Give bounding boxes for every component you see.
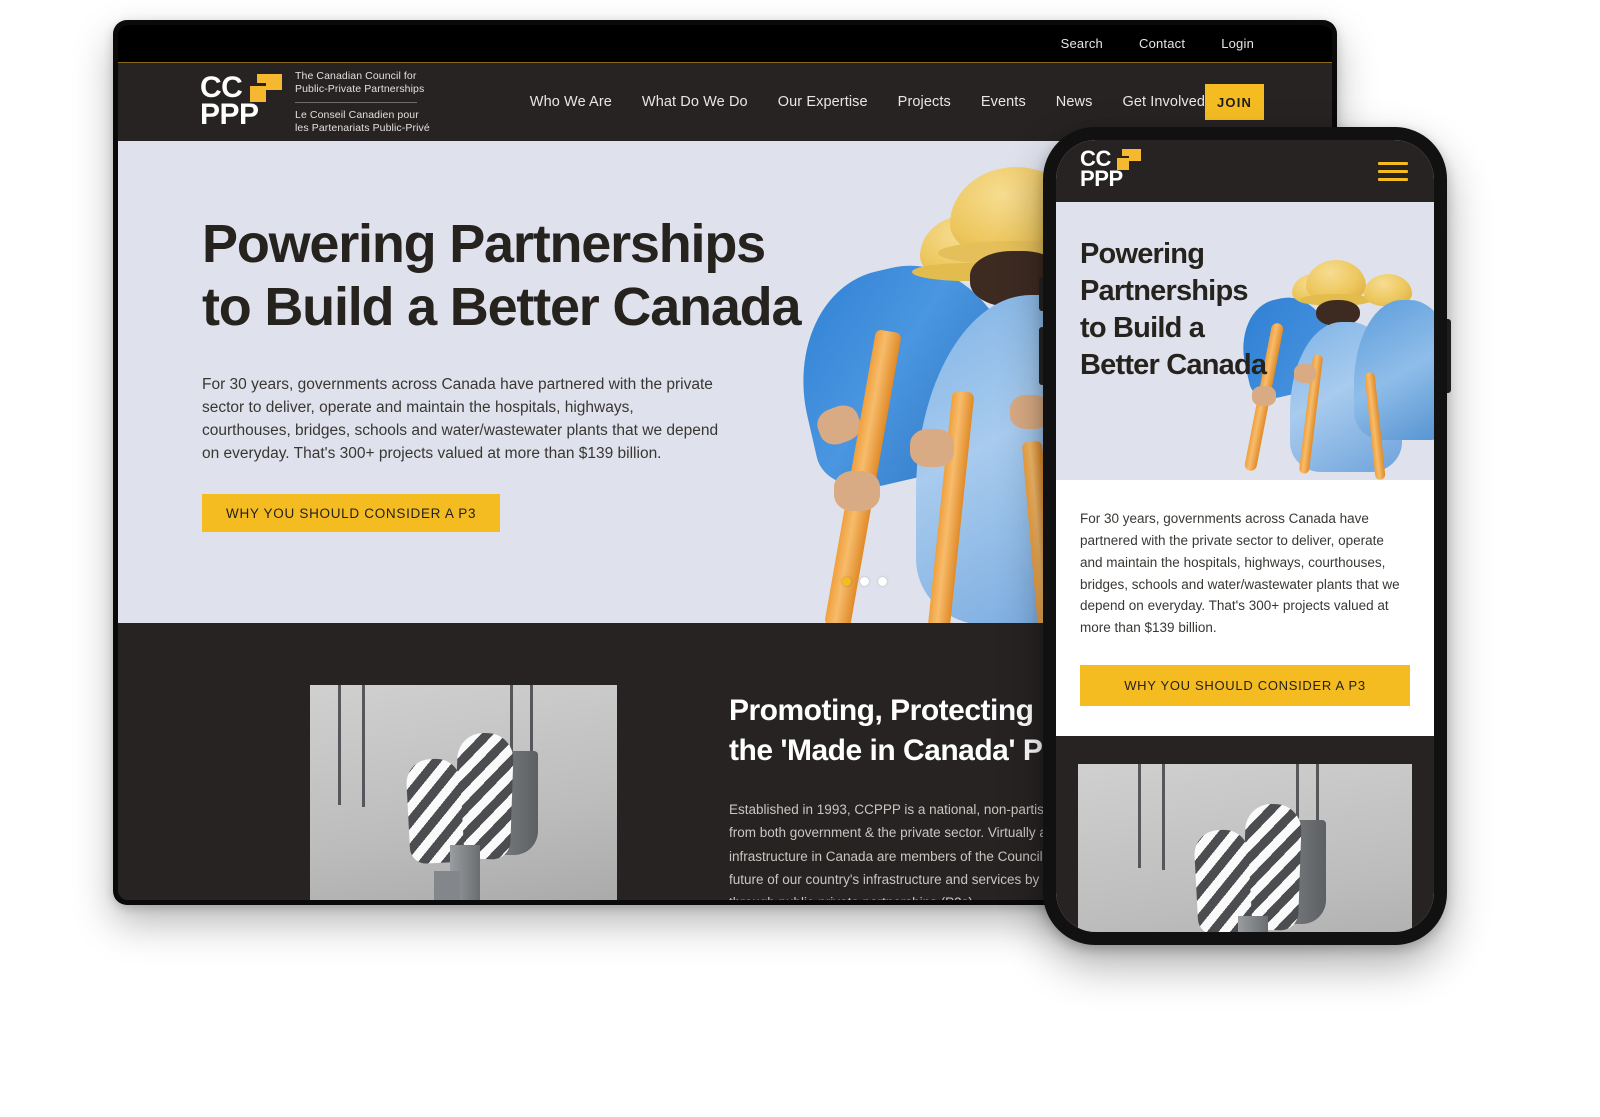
mobile-hero-worker-right: [1354, 274, 1434, 464]
hero-hand-b: [910, 429, 954, 467]
hero-cta-button[interactable]: WHY YOU SHOULD CONSIDER A P3: [202, 494, 501, 532]
utility-link-contact[interactable]: Contact: [1139, 36, 1185, 51]
nav-item-news[interactable]: News: [1056, 94, 1093, 110]
hero-hand-a: [834, 471, 880, 511]
hero-copy: Powering Partnerships to Build a Better …: [202, 213, 832, 532]
logo-square-small-icon: [257, 74, 266, 83]
about-title-line-1: Promoting, Protecting: [729, 694, 1034, 727]
hero-carousel-dots: [842, 577, 887, 586]
nav-item-events[interactable]: Events: [981, 94, 1026, 110]
hero-title: Powering Partnerships to Build a Better …: [202, 213, 832, 338]
mobile-logo-square-small-icon: [1122, 149, 1129, 156]
mobile-hero-hand-a: [1252, 386, 1276, 406]
hamburger-icon[interactable]: [1378, 161, 1408, 181]
mobile-header: CC PPP: [1056, 140, 1434, 202]
logo-tagline-divider: [295, 101, 417, 103]
mockup-stage: Search Contact Login CC PPP The Canadian…: [0, 0, 1600, 1117]
nav-item-get-involved[interactable]: Get Involved: [1122, 94, 1205, 110]
mobile-cta-button[interactable]: WHY YOU SHOULD CONSIDER A P3: [1080, 665, 1410, 707]
mobile-site-logo[interactable]: CC PPP: [1080, 148, 1142, 193]
about-title-line-2: the 'Made in Canada' P3: [729, 733, 1059, 767]
nav-item-who-we-are[interactable]: Who We Are: [530, 94, 612, 110]
main-navigation: Who We Are What Do We Do Our Expertise P…: [530, 94, 1205, 110]
phone-screen: CC PPP Powering Partnerships to Build a …: [1056, 140, 1434, 932]
phone-volume-down-button[interactable]: [1039, 327, 1043, 385]
join-button[interactable]: JOIN: [1205, 84, 1264, 120]
mobile-body: For 30 years, governments across Canada …: [1056, 480, 1434, 737]
mobile-logo-square-top-icon: [1129, 149, 1141, 161]
logo-ppp-text: PPP: [200, 98, 259, 131]
hero-title-line-2: to Build a Better Canada: [202, 276, 801, 337]
utility-link-search[interactable]: Search: [1061, 36, 1103, 51]
utility-bar: Search Contact Login: [118, 25, 1332, 63]
nav-item-projects[interactable]: Projects: [898, 94, 951, 110]
carousel-dot-3[interactable]: [878, 577, 887, 586]
about-image-crane-hook: [310, 685, 617, 900]
site-logo[interactable]: CC PPP The Canadian Council for Public-P…: [200, 70, 430, 135]
carousel-dot-1[interactable]: [842, 577, 851, 586]
logo-tagline-fr: Le Conseil Canadien pour les Partenariat…: [295, 108, 430, 134]
phone-power-button[interactable]: [1447, 319, 1451, 393]
nav-item-what-do-we-do[interactable]: What Do We Do: [642, 94, 748, 110]
hero-paragraph: For 30 years, governments across Canada …: [202, 376, 719, 463]
mobile-hero-hand-b: [1294, 364, 1316, 383]
mobile-image-crane-hook: [1078, 764, 1412, 932]
logo-tagline-en: The Canadian Council for Public-Private …: [295, 69, 425, 95]
phone-device-frame: CC PPP Powering Partnerships to Build a …: [1039, 127, 1451, 945]
utility-link-login[interactable]: Login: [1221, 36, 1254, 51]
nav-item-our-expertise[interactable]: Our Expertise: [778, 94, 868, 110]
mobile-hero-section: Powering Partnerships to Build a Better …: [1056, 202, 1434, 480]
hero-title-line-1: Powering Partnerships: [202, 214, 766, 274]
mobile-logo-square-bottom-icon: [1117, 158, 1129, 170]
mobile-logo-ppp-text: PPP: [1080, 166, 1123, 191]
logo-square-top-icon: [266, 74, 282, 90]
phone-volume-up-button[interactable]: [1039, 277, 1043, 311]
mobile-hero-title: Powering Partnerships to Build a Better …: [1080, 238, 1267, 382]
mobile-dark-section: [1056, 736, 1434, 932]
logo-mark-icon: CC PPP: [200, 73, 282, 131]
carousel-dot-2[interactable]: [860, 577, 869, 586]
mobile-paragraph: For 30 years, governments across Canada …: [1080, 511, 1400, 636]
logo-tagline: The Canadian Council for Public-Private …: [295, 70, 430, 135]
logo-square-bottom-icon: [250, 86, 266, 102]
